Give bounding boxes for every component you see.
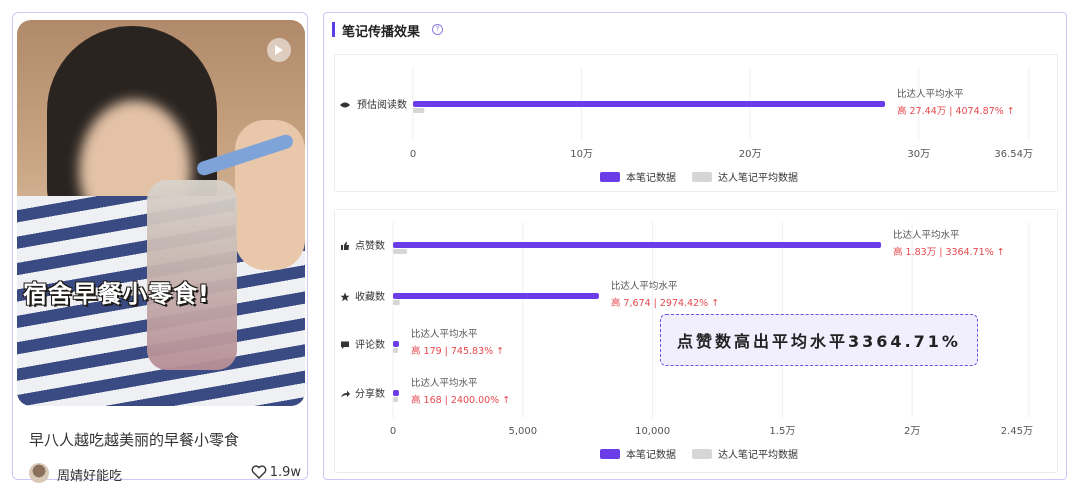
x-tick-label: 10万 (570, 149, 593, 160)
x-tick-label: 20万 (739, 149, 762, 160)
star-icon (340, 292, 350, 302)
compare-label: 比达人平均水平 (411, 328, 478, 340)
read-count-chart-svg: 0 10万 20万 30万 36.54万 预估阅读数 比达人平均水平高 27.44万 | 4… (340, 67, 1033, 184)
x-tick-label: 0 (390, 426, 396, 437)
x-tick-label: 36.54万 (994, 149, 1033, 160)
compare-label: 比达人平均水平 (411, 377, 478, 389)
legend-swatch-note (600, 449, 620, 459)
compare-value: 高 1.83万 | 3364.71% ↑ (893, 246, 1005, 258)
bar-avg-评论数 (393, 348, 398, 353)
author-name[interactable]: 周婧好能吃 (57, 465, 122, 484)
compare-value: 高 179 | 745.83% ↑ (411, 345, 504, 357)
legend-label-note: 本笔记数据 (626, 171, 676, 184)
x-tick-label: 10,000 (635, 426, 670, 437)
legend-swatch-note (600, 172, 620, 182)
thumbs-up-icon (341, 242, 349, 250)
note-title[interactable]: 早八人越吃越美丽的早餐小零食 (29, 429, 239, 450)
compare-value: 高 168 | 2400.00% ↑ (411, 394, 510, 406)
category-label: 点赞数 (355, 239, 385, 252)
author-row: 周婧好能吃 1.9w (29, 463, 301, 485)
x-tick-label: 0 (410, 149, 416, 160)
bar-avg-分享数 (393, 397, 398, 402)
bar-note-收藏数 (393, 293, 599, 299)
x-tick-label: 5,000 (508, 426, 537, 437)
legend-swatch-avg (692, 449, 712, 459)
share-icon (341, 390, 350, 398)
legend-label-avg: 达人笔记平均数据 (718, 448, 798, 461)
x-tick-label: 2万 (904, 426, 920, 437)
compare-value: 高 27.44万 | 4074.87% ↑ (897, 105, 1015, 117)
x-tick-label: 30万 (907, 149, 930, 160)
bar-note-分享数 (393, 390, 399, 396)
note-cover-image[interactable]: 宿舍早餐小零食! (17, 20, 305, 406)
note-card[interactable]: 宿舍早餐小零食! 早八人越吃越美丽的早餐小零食 周婧好能吃 1.9w (12, 12, 308, 484)
section-title: 笔记传播效果 (342, 25, 421, 40)
compare-label: 比达人平均水平 (893, 229, 960, 241)
highlight-callout: 点赞数高出平均水平3364.71% (660, 314, 978, 366)
category-label: 评论数 (355, 338, 385, 351)
spread-effect-panel: 笔记传播效果 ? 0 10万 20万 30万 36.54万 预估阅读数 比达人平均水平高 2… (323, 12, 1067, 480)
bar-note-点赞数 (393, 242, 882, 248)
author-avatar[interactable] (29, 463, 49, 483)
play-icon[interactable] (267, 38, 291, 62)
heart-icon (251, 465, 267, 479)
help-icon[interactable]: ? (432, 24, 443, 35)
cover-title-text: 宿舍早餐小零食! (23, 280, 210, 308)
compare-label: 比达人平均水平 (897, 88, 964, 100)
bar-avg-收藏数 (393, 300, 400, 305)
eye-icon (340, 102, 350, 108)
category-label: 预估阅读数 (357, 98, 407, 111)
category-label: 分享数 (355, 387, 385, 400)
compare-value: 高 7,674 | 2974.42% ↑ (611, 297, 719, 309)
read-count-chart: 0 10万 20万 30万 36.54万 预估阅读数 比达人平均水平高 27.44万 | 4… (334, 54, 1058, 192)
bar-note-评论数 (393, 341, 399, 347)
legend-label-note: 本笔记数据 (626, 448, 676, 461)
x-tick-label: 2.45万 (1001, 426, 1033, 437)
bar-avg-点赞数 (393, 249, 408, 254)
bar-avg-预估阅读数 (413, 108, 425, 113)
like-count[interactable]: 1.9w (251, 465, 301, 480)
section-accent-bar (332, 22, 335, 37)
category-label: 收藏数 (355, 290, 385, 303)
legend-label-avg: 达人笔记平均数据 (718, 171, 798, 184)
legend-swatch-avg (692, 172, 712, 182)
comment-icon (341, 341, 349, 349)
x-tick-label: 1.5万 (769, 426, 795, 437)
bar-note-预估阅读数 (413, 101, 886, 107)
compare-label: 比达人平均水平 (611, 280, 678, 292)
like-count-value: 1.9w (269, 465, 301, 480)
